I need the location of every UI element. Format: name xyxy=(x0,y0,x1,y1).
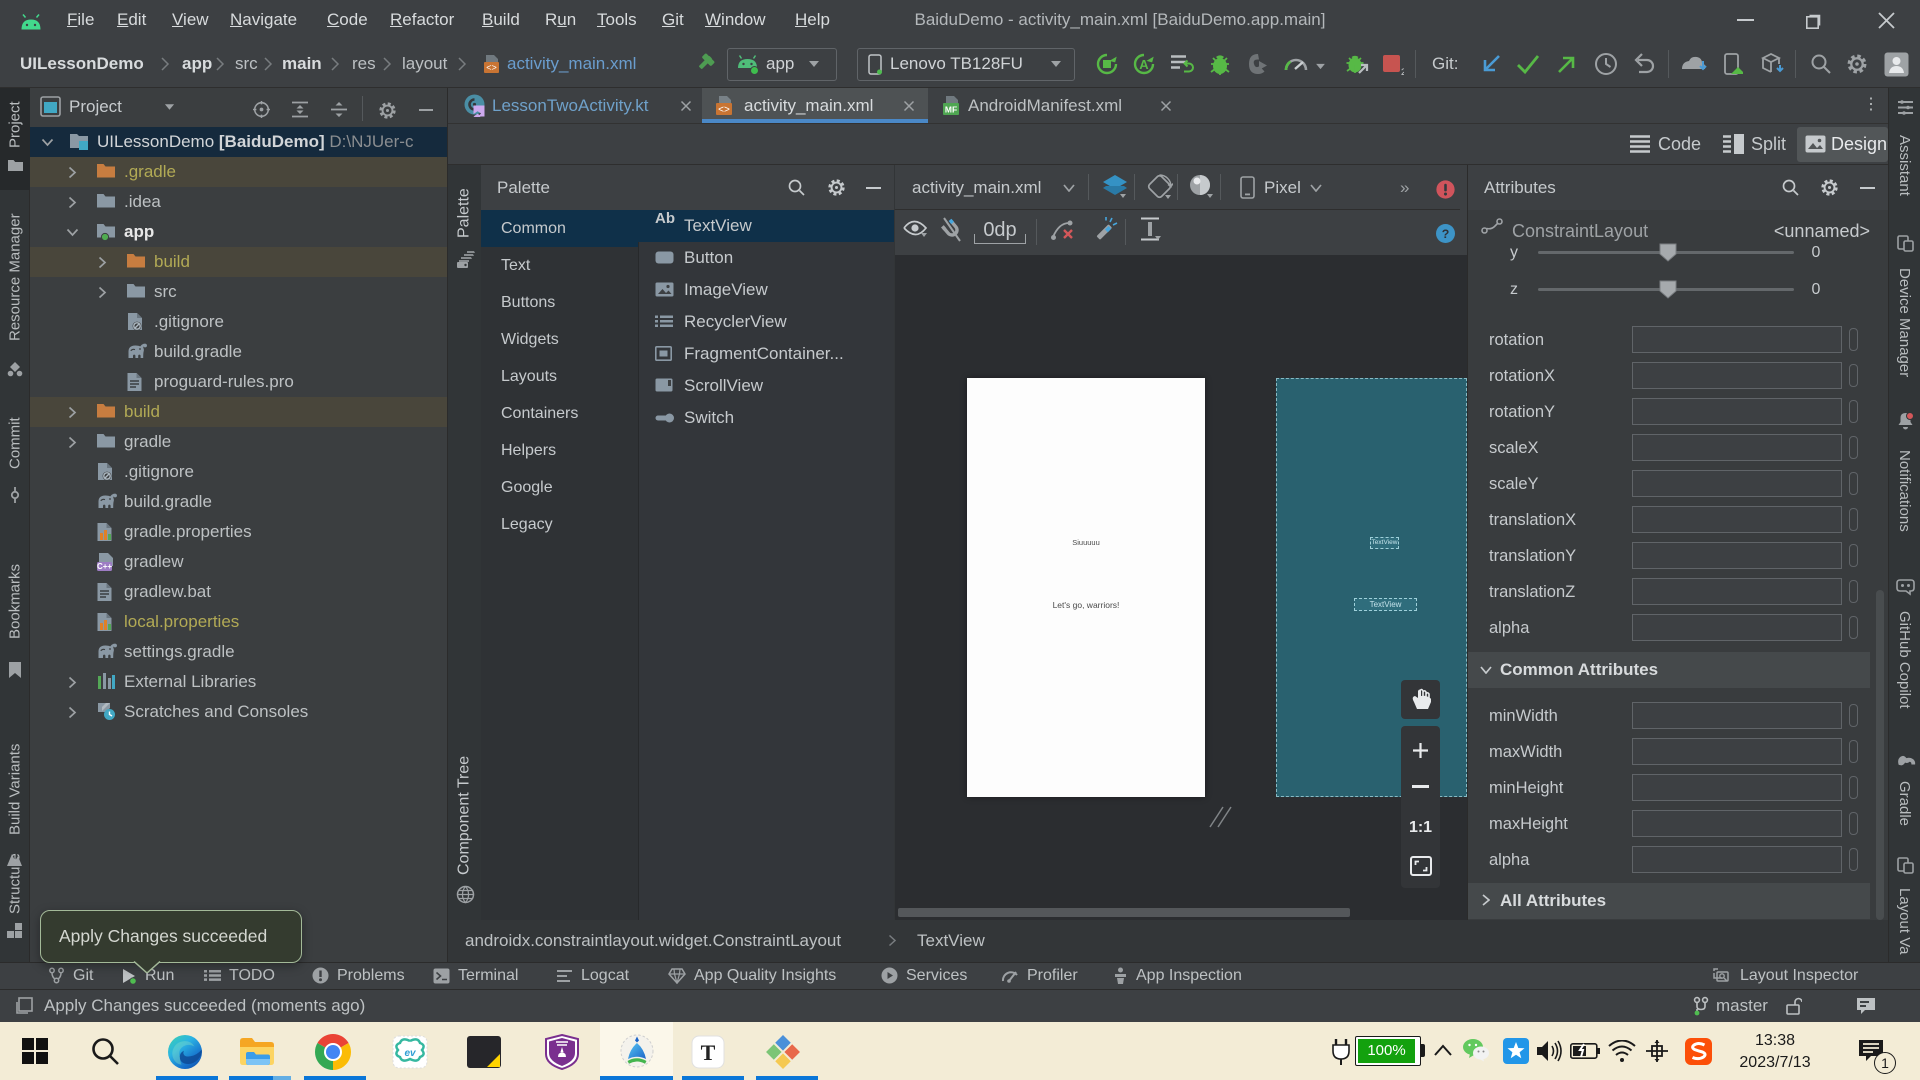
svg-text:T: T xyxy=(701,1040,716,1065)
svg-text:MF: MF xyxy=(945,105,957,115)
svg-text:2: 2 xyxy=(1401,67,1404,76)
svg-text:C++: C++ xyxy=(97,562,112,571)
svg-text:<>: <> xyxy=(718,105,730,116)
svg-text:<>: <> xyxy=(486,63,497,73)
svg-text:A: A xyxy=(1139,57,1149,72)
svg-text:?: ? xyxy=(1442,227,1450,241)
svg-text:ev: ev xyxy=(404,1048,417,1059)
